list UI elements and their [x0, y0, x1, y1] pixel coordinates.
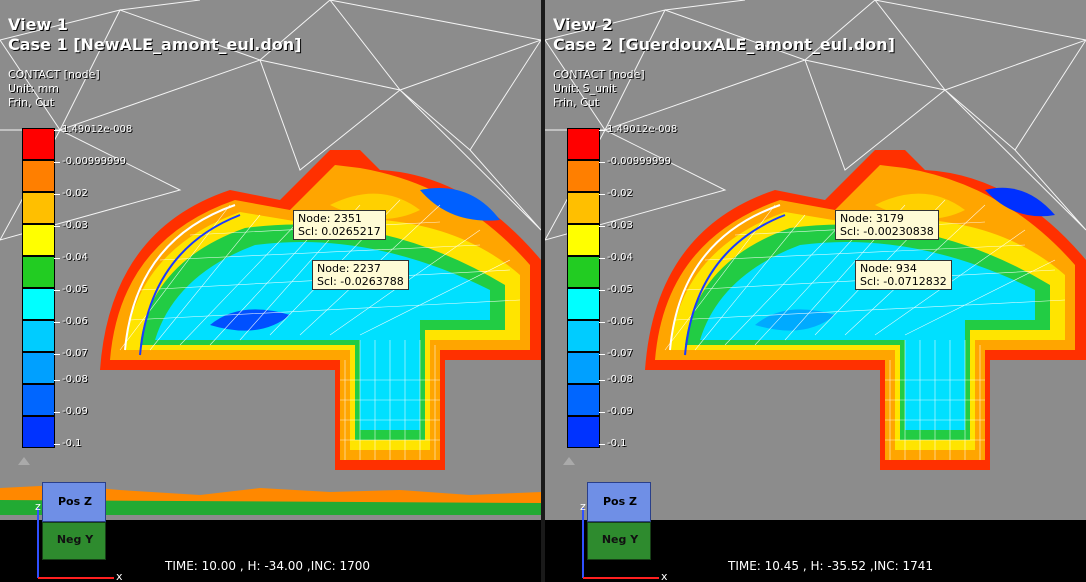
- node-id: Node: 2237: [317, 262, 381, 275]
- legend-label: -0.05: [54, 284, 88, 295]
- node-tooltip[interactable]: Node: 2237 Scl: -0.0263788: [312, 260, 409, 290]
- legend-swatch: [22, 352, 55, 384]
- legend-swatch: [22, 160, 55, 192]
- legend-label: -0.07: [599, 348, 633, 359]
- legend-label: -0.06: [599, 316, 633, 327]
- legend-label: -0.08: [54, 374, 88, 385]
- axis-triad: [582, 508, 659, 579]
- legend-label: -0.08: [599, 374, 633, 385]
- legend-label: -0.03: [599, 220, 633, 231]
- height-value: , H: -35.52: [802, 559, 867, 573]
- legend-swatch: [567, 128, 600, 160]
- legend-swatch: [567, 352, 600, 384]
- time-value: TIME: 10.45: [728, 559, 800, 573]
- viewport-2[interactable]: View 2 Case 2 [GuerdouxALE_amont_eul.don…: [545, 0, 1086, 582]
- legend-swatch: [567, 416, 600, 448]
- node-id: Node: 2351: [298, 212, 362, 225]
- legend-label: -0.1: [599, 438, 627, 449]
- node-id: Node: 934: [860, 262, 917, 275]
- legend-swatch: [22, 416, 55, 448]
- legend-label: 1.49012e-008: [598, 124, 678, 135]
- increment-value: ,INC: 1741: [869, 559, 933, 573]
- time-readout: TIME: 10.00 , H: -34.00 ,INC: 1700: [165, 559, 370, 573]
- node-tooltip[interactable]: Node: 934 Scl: -0.0712832: [855, 260, 952, 290]
- field-name: CONTACT [node]: [8, 68, 100, 81]
- legend-label: -0.06: [54, 316, 88, 327]
- legend-swatch: [567, 320, 600, 352]
- legend-label: -0.05: [599, 284, 633, 295]
- time-readout: TIME: 10.45 , H: -35.52 ,INC: 1741: [728, 559, 933, 573]
- legend-swatch: [567, 192, 600, 224]
- unit-label: Unit: mm: [8, 82, 60, 95]
- axis-x-label: x: [661, 570, 668, 582]
- legend-label: -0.03: [54, 220, 88, 231]
- legend-swatch: [22, 224, 55, 256]
- legend-label: 1.49012e-008: [53, 124, 133, 135]
- legend-label: -0.04: [599, 252, 633, 263]
- legend-label: -0.09: [54, 406, 88, 417]
- node-scalar: Scl: 0.0265217: [298, 225, 381, 238]
- node-id: Node: 3179: [840, 212, 904, 225]
- field-name: CONTACT [node]: [553, 68, 645, 81]
- axis-triad: [37, 508, 114, 579]
- node-scalar: Scl: -0.0712832: [860, 275, 947, 288]
- view-title: View 2: [553, 15, 613, 34]
- legend-swatch: [22, 256, 55, 288]
- legend-label: -0.00999999: [598, 156, 672, 167]
- unit-label: Unit: S_unit: [553, 82, 617, 95]
- time-value: TIME: 10.00: [165, 559, 237, 573]
- filter-label: Frin, Cut: [553, 96, 600, 109]
- legend-swatch: [567, 384, 600, 416]
- axis-z-label: z: [35, 500, 41, 513]
- legend-label: -0.04: [54, 252, 88, 263]
- case-title: Case 2 [GuerdouxALE_amont_eul.don]: [553, 35, 895, 54]
- legend-swatch: [22, 320, 55, 352]
- legend-swatch: [22, 384, 55, 416]
- legend-swatch: [22, 288, 55, 320]
- node-tooltip[interactable]: Node: 3179 Scl: -0.00230838: [835, 210, 939, 240]
- legend-swatch: [567, 224, 600, 256]
- legend-label: -0.02: [599, 188, 633, 199]
- legend-label: -0.09: [599, 406, 633, 417]
- legend-swatch: [567, 256, 600, 288]
- node-scalar: Scl: -0.00230838: [840, 225, 934, 238]
- legend-label: -0.1: [54, 438, 82, 449]
- node-tooltip[interactable]: Node: 2351 Scl: 0.0265217: [293, 210, 386, 240]
- increment-value: ,INC: 1700: [306, 559, 370, 573]
- legend-swatch: [22, 128, 55, 160]
- axis-x-label: x: [116, 570, 123, 582]
- viewport-1[interactable]: View 1 Case 1 [NewALE_amont_eul.don] CON…: [0, 0, 541, 582]
- axis-z-label: z: [580, 500, 586, 513]
- case-title: Case 1 [NewALE_amont_eul.don]: [8, 35, 302, 54]
- node-scalar: Scl: -0.0263788: [317, 275, 404, 288]
- height-value: , H: -34.00: [239, 559, 304, 573]
- legend-label: -0.02: [54, 188, 88, 199]
- view-title: View 1: [8, 15, 68, 34]
- legend-swatch: [567, 288, 600, 320]
- filter-label: Frin, Cut: [8, 96, 55, 109]
- legend-label: -0.07: [54, 348, 88, 359]
- legend-swatch: [22, 192, 55, 224]
- legend-label: -0.00999999: [53, 156, 127, 167]
- legend-swatch: [567, 160, 600, 192]
